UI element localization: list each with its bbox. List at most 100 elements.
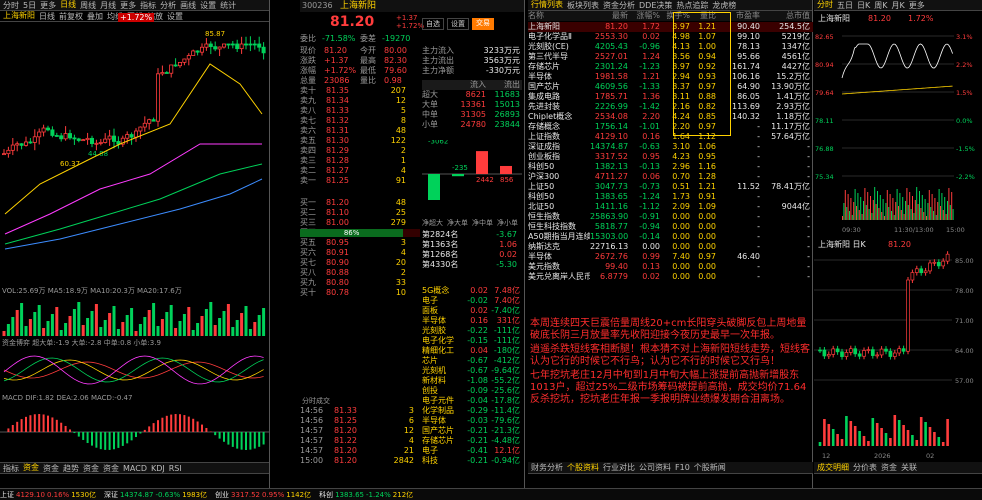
sector-row[interactable]: 存储芯片 -0.21 -4.48亿: [422, 436, 522, 446]
sell-row[interactable]: 卖一 81.25 91: [300, 176, 420, 186]
kline-bottom-tab-3[interactable]: 趋势: [63, 463, 79, 473]
buy-row[interactable]: 买六 80.91 4: [300, 248, 420, 258]
sector-row[interactable]: 科技 -0.21 -0.94亿: [422, 456, 522, 466]
kline-top-tab-4[interactable]: 周线: [80, 0, 96, 10]
kline-top-tab-9[interactable]: 画线: [180, 0, 196, 10]
list-bottom-tab-4[interactable]: F10: [675, 463, 690, 472]
list-row[interactable]: 存储概念 1756.14 -1.01 2.20 0.97-11.17万亿: [528, 122, 813, 132]
kline-top-tab-8[interactable]: 分析: [160, 0, 176, 10]
list-row[interactable]: 上证指数 4129.10 0.16 1.64 1.12-57.64万亿: [528, 132, 813, 142]
list-row[interactable]: 恒生科技指数 5818.77 -0.94 0.00 0.00 - -: [528, 222, 813, 232]
list-col-2[interactable]: 涨幅%: [628, 11, 660, 21]
list-row[interactable]: 第三代半导 2527.01 1.24 3.56 0.94 95.66 4561亿: [528, 52, 813, 62]
list-row[interactable]: 光刻胶(CE) 4205.43 -0.96 4.13 1.00 78.13 1347亿: [528, 42, 813, 52]
index-ticker[interactable]: 深证 14374.87 -0.63% 1983亿: [104, 490, 207, 500]
kline-bottom-tab-4[interactable]: 资金: [83, 463, 99, 473]
index-ticker[interactable]: 上证 4129.10 0.16% 1530亿: [0, 490, 96, 500]
list-row[interactable]: 恒生指数 25863.90 -0.91 0.00 0.00 - -: [528, 212, 813, 222]
buy-row[interactable]: 买一 81.20 48: [300, 198, 420, 208]
sector-row[interactable]: 电子元件 -0.04 -17.8亿: [422, 396, 522, 406]
list-row[interactable]: 上海新阳 81.20 1.72 3.97 1.21 90.40 254.5亿: [528, 22, 813, 32]
kline-top-tab-6[interactable]: 更多: [120, 0, 136, 10]
list-tab-1[interactable]: 板块列表: [567, 0, 599, 10]
list-row[interactable]: 北证50 1411.16 -1.12 2.09 1.09 - 9044亿: [528, 202, 813, 212]
daily-mini-chart[interactable]: 85.00 78.00 71.00 64.00 57.00 12 2026 02: [814, 250, 982, 460]
list-row[interactable]: 创业板指 3317.52 0.95 4.23 0.95 - -: [528, 152, 813, 162]
buy-row[interactable]: 买七 80.90 20: [300, 258, 420, 268]
list-bottom-tab-2[interactable]: 行业对比: [603, 462, 635, 473]
kline-bottom-tab-8[interactable]: RSI: [169, 464, 182, 473]
sell-row[interactable]: 卖九 81.34 12: [300, 96, 420, 106]
list-row[interactable]: 科创50 1383.65 -1.24 1.73 0.91 - -: [528, 192, 813, 202]
kline-bottom-tab-7[interactable]: KDJ: [151, 464, 165, 473]
fund-chart[interactable]: [0, 348, 269, 392]
kline-bottom-tab-1[interactable]: 资金: [23, 463, 39, 473]
mini-tab-1[interactable]: 五日: [837, 0, 853, 10]
list-row[interactable]: 科创50 1382.13 -0.13 2.96 1.16 - -: [528, 162, 813, 172]
sector-row[interactable]: 电子 -0.02 7.40亿: [422, 296, 522, 306]
bar-tab[interactable]: 净中单: [472, 218, 497, 228]
sector-row[interactable]: 国产芯片 -0.21 -21.3亿: [422, 426, 522, 436]
watchlist-button[interactable]: 自选: [422, 18, 444, 30]
list-row[interactable]: 集成电路 1785.71 1.36 3.11 0.88 86.05 1.41万亿: [528, 92, 813, 102]
list-row[interactable]: 上证50 3047.73 -0.73 0.51 1.21 11.52 78.41万亿: [528, 182, 813, 192]
tick-status[interactable]: 分时成交: [302, 396, 330, 406]
sector-row[interactable]: 半导体 0.16 331亿: [422, 316, 522, 326]
buy-row[interactable]: 买十 80.78 10: [300, 288, 420, 298]
bar-tab[interactable]: 净小单: [497, 218, 522, 228]
list-row[interactable]: 半导体 2672.76 0.99 7.40 0.97 46.40 -: [528, 252, 813, 262]
kline-sub-tab-1[interactable]: 日线: [39, 11, 55, 21]
list-tab-3[interactable]: DDE决策: [639, 0, 672, 10]
sector-row[interactable]: 精细化工 0.04 -180亿: [422, 346, 522, 356]
kline-top-tab-7[interactable]: 指标: [140, 0, 156, 10]
list-tab-2[interactable]: 资金分析: [603, 0, 635, 10]
list-col-6[interactable]: 总市值: [760, 11, 810, 21]
list-row[interactable]: 纳斯达克 22716.13 0.00 0.00 0.00 - -: [528, 242, 813, 252]
mini-bottom-tab-0[interactable]: 成交明细: [817, 462, 849, 473]
sell-row[interactable]: 卖四 81.29 2: [300, 146, 420, 156]
mini-tab-5[interactable]: 更多: [909, 0, 925, 10]
intraday-chart[interactable]: 82.65 3.1% 80.94 2.2% 79.64 1.5% 78.11 0.0% 76.8…: [814, 24, 982, 234]
kline-bottom-tab-2[interactable]: 资金: [43, 463, 59, 473]
kline-top-tab-1[interactable]: 5日: [23, 0, 36, 10]
list-col-1[interactable]: 最新: [590, 11, 628, 21]
kline-top-tab-2[interactable]: 更多: [40, 0, 56, 10]
sector-row[interactable]: 电子 -0.41 12.1亿: [422, 446, 522, 456]
sector-row[interactable]: 面板 0.02 -7.40亿: [422, 306, 522, 316]
sector-row[interactable]: 化学制品 -0.29 -11.4亿: [422, 406, 522, 416]
list-row[interactable]: A50期指当月连续 15303.00 -0.14 0.00 0.00 - -: [528, 232, 813, 242]
macd-chart[interactable]: [0, 404, 269, 460]
list-row[interactable]: 存储芯片 2301.24 -1.23 3.97 0.92 161.74 4427亿: [528, 62, 813, 72]
trade-button[interactable]: 交易: [472, 18, 494, 30]
list-row[interactable]: 美元指数 99.40 0.13 0.00 0.00 - -: [528, 262, 813, 272]
settings-button[interactable]: 设置: [447, 18, 469, 30]
list-col-0[interactable]: 名称: [528, 11, 590, 21]
mini-bottom-tab-3[interactable]: 关联: [901, 462, 917, 473]
sell-row[interactable]: 卖七 81.32 8: [300, 116, 420, 126]
buy-row[interactable]: 买八 80.88 2: [300, 268, 420, 278]
sector-row[interactable]: 创投 -0.09 -25.6亿: [422, 386, 522, 396]
kline-top-tab-10[interactable]: 设置: [200, 0, 216, 10]
list-row[interactable]: Chiplet概念 2534.08 2.20 4.24 0.85 140.32 1.18万亿: [528, 112, 813, 122]
sector-row[interactable]: 5G概念 0.02 7.48亿: [422, 286, 522, 296]
sell-row[interactable]: 卖十 81.35 207: [300, 86, 420, 96]
sell-row[interactable]: 卖三 81.28 1: [300, 156, 420, 166]
list-bottom-tab-1[interactable]: 个股资料: [567, 462, 599, 473]
sector-row[interactable]: 光刻机 -0.67 -9.64亿: [422, 366, 522, 376]
kline-top-tab-11[interactable]: 统计: [220, 0, 236, 10]
kline-bottom-tab-0[interactable]: 指标: [3, 463, 19, 473]
mini-bottom-tab-2[interactable]: 资金: [881, 462, 897, 473]
list-bottom-tab-3[interactable]: 公司资料: [639, 462, 671, 473]
buy-row[interactable]: 买二 81.10 25: [300, 208, 420, 218]
list-bottom-tab-0[interactable]: 财务分析: [531, 462, 563, 473]
sell-row[interactable]: 卖六 81.31 48: [300, 126, 420, 136]
list-row[interactable]: 先进封装 2226.99 -1.42 2.16 0.82 113.69 2.93万亿: [528, 102, 813, 112]
list-row[interactable]: 半导体 1981.58 1.21 2.94 0.93 106.16 15.2万亿: [528, 72, 813, 82]
sector-row[interactable]: 电子化学 -0.15 -111亿: [422, 336, 522, 346]
bar-tab[interactable]: 净大单: [447, 218, 472, 228]
list-tab-5[interactable]: 龙虎榜: [712, 0, 736, 10]
kline-bottom-tab-5[interactable]: 资金: [103, 463, 119, 473]
list-tab-0[interactable]: 行情列表: [531, 0, 563, 10]
buy-row[interactable]: 买三 81.00 279: [300, 218, 420, 228]
kline-top-tab-3[interactable]: 日线: [60, 0, 76, 10]
